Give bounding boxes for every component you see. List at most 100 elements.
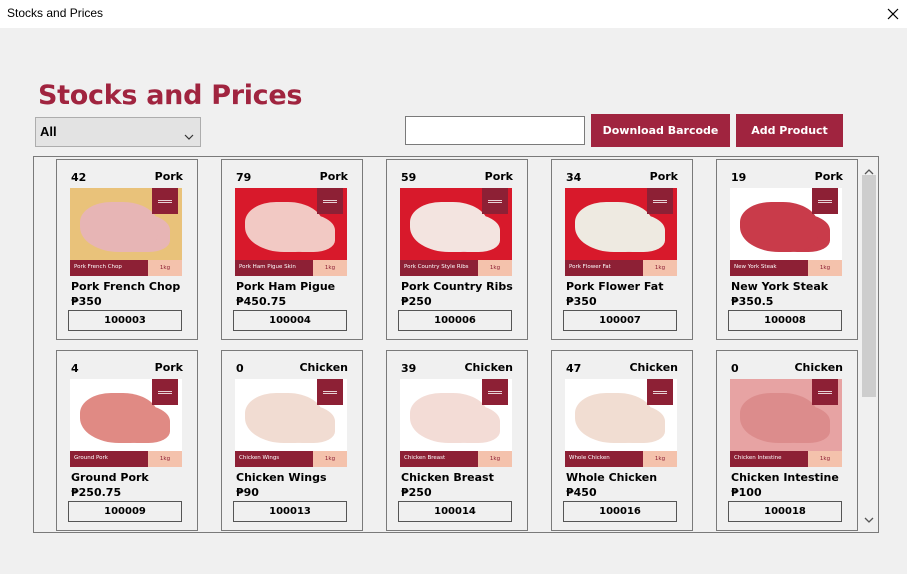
- meat-photo: [575, 393, 653, 443]
- product-barcode-number[interactable]: 100004: [233, 310, 347, 331]
- product-name: Chicken Wings: [236, 471, 327, 484]
- product-category: Chicken: [629, 361, 678, 374]
- meat-photo: [245, 202, 323, 252]
- package-weight: 1kg: [148, 451, 182, 467]
- product-category: Pork: [649, 170, 678, 183]
- product-image: New York Steak 1kg: [730, 188, 842, 276]
- product-barcode-number[interactable]: 100013: [233, 501, 347, 522]
- package-weight: 1kg: [643, 451, 677, 467]
- product-card[interactable]: 47 Chicken Whole Chicken 1kg Whole Chicken ₱4…: [551, 350, 693, 531]
- product-barcode-number[interactable]: 100014: [398, 501, 512, 522]
- stock-quantity: 79: [236, 171, 252, 184]
- chevron-down-icon: [184, 127, 194, 146]
- download-barcode-button[interactable]: Download Barcode: [591, 114, 730, 147]
- vertical-scrollbar[interactable]: [861, 157, 878, 532]
- meat-photo: [410, 393, 488, 443]
- product-price: ₱250: [401, 295, 432, 308]
- window-title: Stocks and Prices: [7, 6, 104, 20]
- package-label-text: New York Steak: [734, 264, 777, 270]
- brand-logo-icon: [812, 188, 838, 214]
- product-name: Pork Country Ribs: [401, 280, 513, 293]
- product-name: Pork French Chop: [71, 280, 181, 293]
- product-name: Chicken Intestine: [731, 471, 839, 484]
- product-barcode-number[interactable]: 100006: [398, 310, 512, 331]
- product-name: New York Steak: [731, 280, 829, 293]
- category-filter-select[interactable]: All: [35, 117, 201, 147]
- product-card[interactable]: 59 Pork Pork Country Style Ribs 1kg Pork Cou…: [386, 159, 528, 340]
- product-barcode-number[interactable]: 100008: [728, 310, 842, 331]
- product-price: ₱350: [71, 295, 102, 308]
- search-input[interactable]: [405, 116, 585, 145]
- product-category: Pork: [319, 170, 348, 183]
- stock-quantity: 4: [71, 362, 79, 375]
- package-label-text: Pork Country Style Ribs: [404, 264, 469, 270]
- package-label: Pork Flower Fat 1kg: [565, 260, 677, 276]
- product-card[interactable]: 79 Pork Pork Ham Pigue Skin 1kg Pork Ham Pig…: [221, 159, 363, 340]
- package-label: Whole Chicken 1kg: [565, 451, 677, 467]
- brand-logo-icon: [317, 188, 343, 214]
- package-weight: 1kg: [643, 260, 677, 276]
- scroll-down-icon[interactable]: [864, 509, 874, 528]
- add-product-button[interactable]: Add Product: [736, 114, 843, 147]
- meat-photo: [80, 393, 158, 443]
- product-category: Pork: [154, 361, 183, 374]
- meat-photo: [410, 202, 488, 252]
- meat-photo: [575, 202, 653, 252]
- product-barcode-number[interactable]: 100016: [563, 501, 677, 522]
- package-label-text: Ground Pork: [74, 455, 108, 461]
- product-grid: 42 Pork Pork French Chop 1kg Pork French Cho…: [33, 156, 879, 533]
- product-card[interactable]: 4 Pork Ground Pork 1kg Ground Pork ₱250.75 100…: [56, 350, 198, 531]
- product-barcode-number[interactable]: 100003: [68, 310, 182, 331]
- package-label: Chicken Intestine 1kg: [730, 451, 842, 467]
- product-card[interactable]: 34 Pork Pork Flower Fat 1kg Pork Flower Fat ₱…: [551, 159, 693, 340]
- stock-quantity: 0: [236, 362, 244, 375]
- package-weight: 1kg: [148, 260, 182, 276]
- scrollbar-thumb[interactable]: [862, 175, 876, 397]
- package-label-text: Pork Ham Pigue Skin: [239, 264, 296, 270]
- product-name: Whole Chicken: [566, 471, 658, 484]
- package-label: Pork Country Style Ribs 1kg: [400, 260, 512, 276]
- package-label-text: Pork French Chop: [74, 264, 122, 270]
- product-price: ₱450.75: [236, 295, 287, 308]
- product-card[interactable]: 19 Pork New York Steak 1kg New York Steak ₱35…: [716, 159, 858, 340]
- product-barcode-number[interactable]: 100007: [563, 310, 677, 331]
- package-label-text: Chicken Wings: [239, 455, 280, 461]
- brand-logo-icon: [152, 188, 178, 214]
- close-icon[interactable]: [879, 0, 907, 28]
- package-weight: 1kg: [808, 451, 842, 467]
- package-label-text: Chicken Breast: [404, 455, 446, 461]
- product-name: Pork Ham Pigue: [236, 280, 336, 293]
- product-card[interactable]: 42 Pork Pork French Chop 1kg Pork French Cho…: [56, 159, 198, 340]
- product-card[interactable]: 39 Chicken Chicken Breast 1kg Chicken Breast…: [386, 350, 528, 531]
- product-image: Chicken Wings 1kg: [235, 379, 347, 467]
- product-category: Pork: [814, 170, 843, 183]
- brand-logo-icon: [647, 188, 673, 214]
- brand-logo-icon: [317, 379, 343, 405]
- package-label: Pork French Chop 1kg: [70, 260, 182, 276]
- product-price: ₱350: [566, 295, 597, 308]
- package-label: Chicken Wings 1kg: [235, 451, 347, 467]
- stock-quantity: 47: [566, 362, 582, 375]
- package-label: New York Steak 1kg: [730, 260, 842, 276]
- product-category: Pork: [484, 170, 513, 183]
- product-image: Pork Ham Pigue Skin 1kg: [235, 188, 347, 276]
- package-label-text: Pork Flower Fat: [569, 264, 611, 270]
- product-price: ₱350.5: [731, 295, 774, 308]
- brand-logo-icon: [647, 379, 673, 405]
- product-card[interactable]: 0 Chicken Chicken Wings 1kg Chicken Wings ₱90…: [221, 350, 363, 531]
- product-card[interactable]: 0 Chicken Chicken Intestine 1kg Chicken Inte…: [716, 350, 858, 531]
- stock-quantity: 39: [401, 362, 417, 375]
- meat-photo: [80, 202, 158, 252]
- product-category: Chicken: [794, 361, 843, 374]
- product-price: ₱250: [401, 486, 432, 499]
- product-category: Chicken: [464, 361, 513, 374]
- package-label-text: Whole Chicken: [569, 455, 610, 461]
- category-filter-value: All: [40, 124, 57, 139]
- product-barcode-number[interactable]: 100018: [728, 501, 842, 522]
- package-weight: 1kg: [313, 451, 347, 467]
- stock-quantity: 59: [401, 171, 417, 184]
- product-barcode-number[interactable]: 100009: [68, 501, 182, 522]
- brand-logo-icon: [812, 379, 838, 405]
- product-price: ₱450: [566, 486, 597, 499]
- package-label: Ground Pork 1kg: [70, 451, 182, 467]
